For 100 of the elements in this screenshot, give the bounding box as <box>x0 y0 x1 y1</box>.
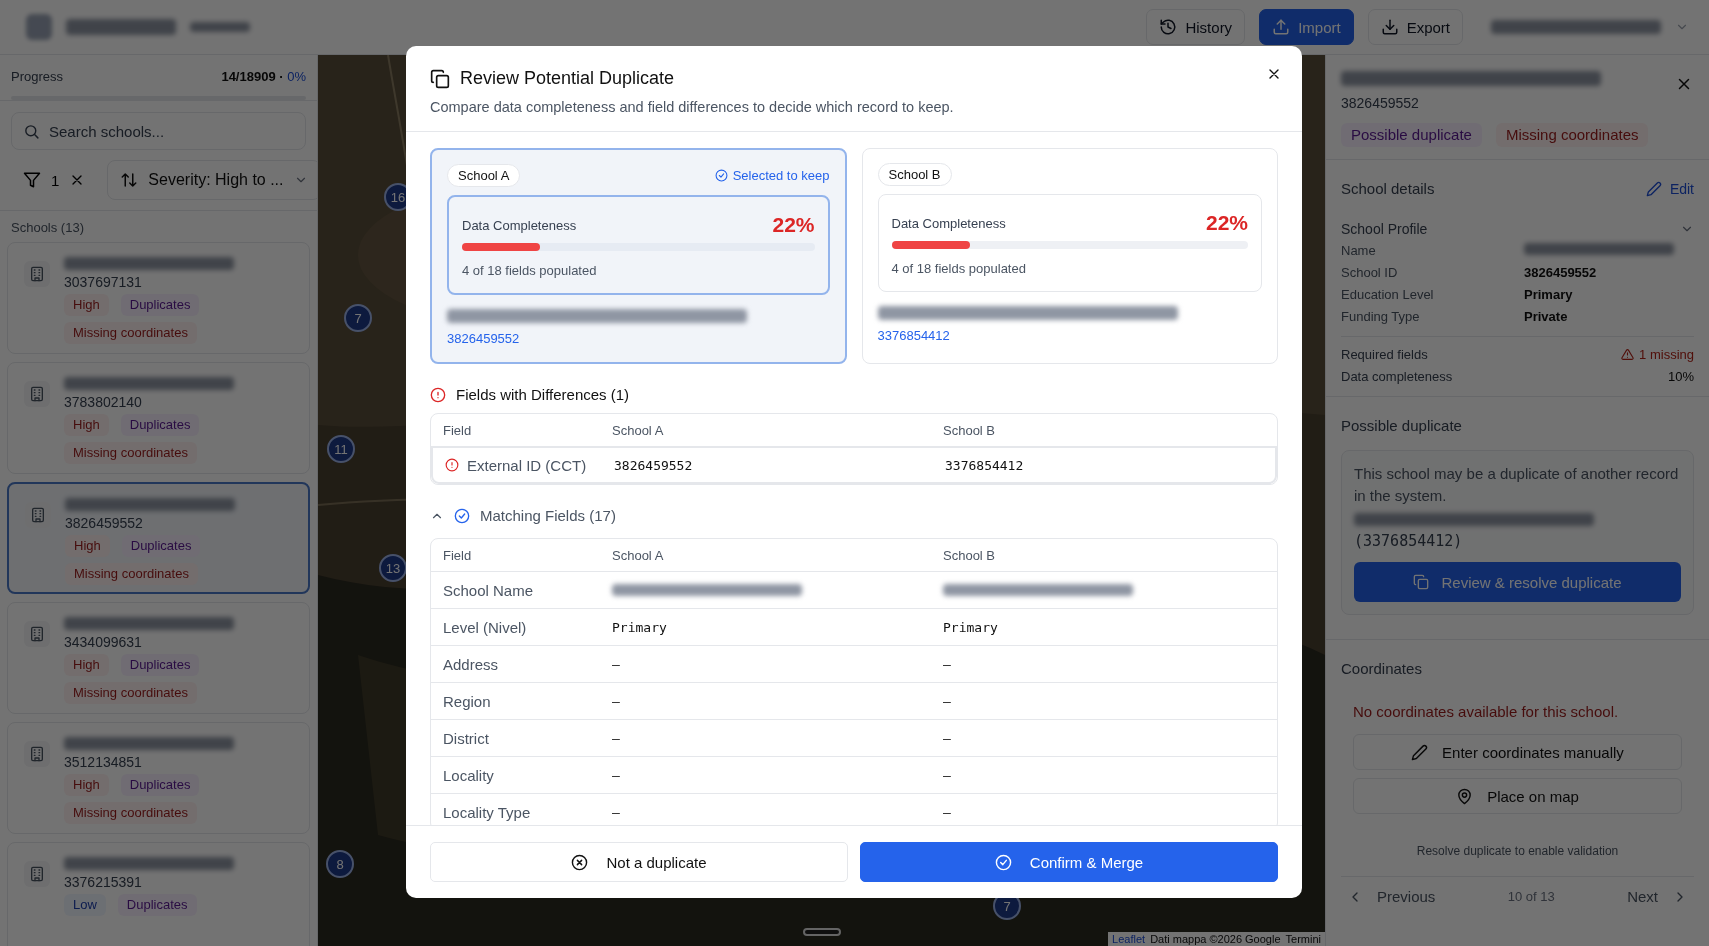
field-label: Funding Type <box>1341 309 1421 324</box>
progress-label: Progress <box>11 69 64 84</box>
missing-warning: 1 missing <box>1621 347 1694 362</box>
progress-percent: 0% <box>287 69 306 84</box>
tag: High <box>64 294 109 316</box>
completeness-value: 10% <box>1666 369 1694 384</box>
section-title: Possible duplicate <box>1341 417 1462 434</box>
edit-button[interactable]: Edit <box>1645 180 1694 197</box>
copy-icon <box>430 68 450 89</box>
field-name: Locality <box>443 766 495 784</box>
validation-note: Resolve duplicate to enable validation <box>1341 826 1694 877</box>
tag: Missing coordinates <box>64 442 197 464</box>
school-id: 3826459552 <box>65 515 144 531</box>
enter-coordinates-button[interactable]: Enter coordinates manually <box>1353 734 1682 770</box>
dialog-subtitle: Compare data completeness and field differences to decide which record to keep. <box>430 99 955 115</box>
table-cell-text: – <box>943 804 952 820</box>
map-pin-icon <box>1456 787 1474 805</box>
school-card[interactable]: 3512134851 High Duplicates Missing coordinates <box>7 722 310 834</box>
search-field[interactable]: Search schools... <box>11 112 306 150</box>
field-value: 3826459552 <box>1524 265 1598 280</box>
school-id: 3434099631 <box>64 634 143 650</box>
table-cell-text: – <box>943 767 952 783</box>
section-title: Coordinates <box>1341 660 1422 677</box>
copy-icon <box>1413 574 1430 590</box>
completeness-percent: 22% <box>772 213 815 237</box>
table-cell-text: Primary <box>612 619 668 635</box>
field-label: Name <box>1341 243 1377 258</box>
attribution-text[interactable]: Termini <box>1285 933 1321 945</box>
school-card[interactable]: 3376215391 Low Duplicates <box>7 842 310 946</box>
table-cell-text: – <box>612 730 621 746</box>
history-button[interactable]: History <box>1146 9 1246 45</box>
warning-icon <box>1621 348 1635 361</box>
alert-icon <box>445 458 459 472</box>
import-button[interactable]: Import <box>1259 9 1354 45</box>
tag: Duplicates <box>117 894 197 916</box>
fields-populated: 4 of 18 fields populated <box>891 261 1026 276</box>
place-on-map-button[interactable]: Place on map <box>1353 778 1682 814</box>
alert-icon <box>430 386 446 403</box>
check-circle-icon <box>454 507 470 524</box>
dialog-title: Review Potential Duplicate <box>460 68 675 89</box>
table-cell-text: – <box>612 804 621 820</box>
building-icon <box>29 746 45 762</box>
school-card[interactable]: 3826459552 High Duplicates Missing coordinates <box>7 482 310 594</box>
tag: Missing coordinates <box>65 563 198 585</box>
confirm-merge-button[interactable]: Confirm & Merge <box>860 842 1278 882</box>
school-card[interactable]: 3783802140 High Duplicates Missing coordinates <box>7 362 310 474</box>
tag: Duplicates <box>120 774 200 796</box>
blurred-text <box>190 22 250 32</box>
record-id-link[interactable]: 3826459552 <box>447 331 830 346</box>
page-position: 10 of 13 <box>1507 889 1555 904</box>
field-name: Region <box>443 692 492 710</box>
export-button[interactable]: Export <box>1367 9 1463 45</box>
matching-toggle[interactable]: Matching Fields (17) <box>430 507 616 524</box>
table-cell-text: – <box>943 693 952 709</box>
fields-populated: 4 of 18 fields populated <box>462 263 597 278</box>
table-cell-text: – <box>612 693 621 709</box>
tag: Duplicates <box>120 414 200 436</box>
filter-icon <box>23 171 41 189</box>
sort-icon <box>120 171 139 189</box>
building-icon <box>29 266 45 282</box>
tag: Duplicates <box>120 294 200 316</box>
record-label: School A <box>447 164 521 187</box>
upload-icon <box>1272 18 1291 36</box>
record-card[interactable]: School B Data Completeness 22% 4 of 18 fields populated 3376854412 <box>861 148 1278 364</box>
field-name: District <box>443 729 490 747</box>
not-duplicate-button[interactable]: Not a duplicate <box>430 842 848 882</box>
record-card[interactable]: School A Selected to keep Data Completeness 22% 4 of 18 fields populated 3826459552 <box>430 148 847 364</box>
school-id: 3783802140 <box>64 394 143 410</box>
column-header: School B <box>943 547 997 563</box>
logo <box>26 14 52 40</box>
tag: High <box>64 774 109 796</box>
previous-button[interactable]: Previous <box>1341 887 1442 906</box>
tag: High <box>64 654 109 676</box>
table-cell-text: 3826459552 <box>614 457 694 473</box>
record-id-link[interactable]: 3376854412 <box>877 328 1262 343</box>
error-message: No coordinates available for this school. <box>1352 702 1620 722</box>
tag: High <box>64 414 109 436</box>
tag: High <box>65 535 110 557</box>
school-card[interactable]: 3434099631 High Duplicates Missing coordinates <box>7 602 310 714</box>
review-button[interactable]: Review & resolve duplicate <box>1354 562 1681 602</box>
tag: Missing coordinates <box>64 682 197 704</box>
field-value: Private <box>1524 309 1569 324</box>
column-header: Field <box>443 422 473 438</box>
table-cell-text: – <box>943 656 952 672</box>
progress-count: 14/18909 · <box>221 69 284 84</box>
pencil-icon <box>1645 180 1662 197</box>
profile-toggle[interactable]: School Profile <box>1341 213 1694 243</box>
sort-dropdown[interactable]: Severity: High to ... <box>107 160 317 200</box>
building-icon <box>29 626 45 642</box>
school-card[interactable]: 3037697131 High Duplicates Missing coordinates <box>7 242 310 354</box>
field-name: Address <box>443 655 500 673</box>
resize-handle[interactable] <box>802 928 841 936</box>
leaflet-link[interactable]: Leaflet <box>1112 933 1146 945</box>
section-title: Fields with Differences (1) <box>456 386 630 403</box>
school-id: 3512134851 <box>64 754 143 770</box>
next-button[interactable]: Next <box>1621 887 1694 906</box>
attribution-text: Dati mappa ©2026 Google <box>1150 933 1281 945</box>
table-cell-text: – <box>612 656 621 672</box>
check-circle-icon <box>994 853 1012 871</box>
x-circle-icon <box>571 853 589 871</box>
